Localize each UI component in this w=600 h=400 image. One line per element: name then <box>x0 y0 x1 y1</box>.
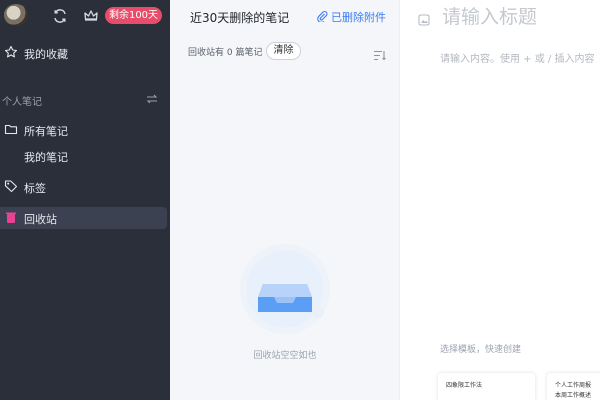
deleted-attachments-link[interactable]: 已删除附件 <box>316 9 386 25</box>
template-hint: 选择模板，快速创建 <box>440 345 522 355</box>
sidebar-item-all-notes[interactable]: 所有笔记 <box>0 119 170 141</box>
image-icon[interactable] <box>418 11 430 26</box>
sidebar-item-label: 标签 <box>24 182 46 195</box>
sort-icon[interactable] <box>373 46 386 61</box>
sidebar-item-tags[interactable]: 标签 <box>0 176 170 198</box>
sidebar-item-favorites[interactable]: 我的收藏 <box>0 42 170 64</box>
sidebar-top-bar: 剩余100天 <box>0 0 170 32</box>
sidebar: 剩余100天 我的收藏 个人笔记 所有笔记 我的笔记 标签 回收站 <box>0 0 170 400</box>
sidebar-item-label: 我的笔记 <box>24 151 68 164</box>
content-placeholder[interactable]: 请输入内容。使用 + 或 / 插入内容 <box>440 50 594 65</box>
pane-title: 近30天删除的笔记 <box>190 11 290 25</box>
section-personal-notes: 个人笔记 <box>0 91 170 108</box>
deleted-attachments-label: 已删除附件 <box>331 11 386 24</box>
title-input[interactable] <box>442 3 600 31</box>
folder-icon <box>4 122 18 136</box>
decorative-bubble <box>312 306 324 318</box>
sidebar-item-recycle-bin[interactable]: 回收站 <box>0 207 167 229</box>
tag-icon <box>4 179 18 193</box>
recycle-count-text: 回收站有 0 篇笔记 <box>188 45 263 58</box>
template-card[interactable]: 个人工作周报 本周工作概述 <box>547 373 600 400</box>
template-card[interactable]: 四象限工作法 <box>438 373 535 400</box>
template-title: 个人工作周报 <box>555 382 592 389</box>
recycle-suffix: 篇笔记 <box>235 48 263 58</box>
section-title: 个人笔记 <box>2 97 42 108</box>
avatar[interactable] <box>4 4 28 26</box>
sidebar-item-label: 所有笔记 <box>24 125 68 138</box>
template-subtitle: 本周工作概述 <box>555 392 592 399</box>
clear-button[interactable]: 清除 <box>266 42 301 60</box>
editor-pane: 请输入内容。使用 + 或 / 插入内容 选择模板，快速创建 四象限工作法 个人工… <box>400 0 600 400</box>
recycle-prefix: 回收站有 <box>188 48 225 58</box>
recycle-count: 0 <box>226 48 233 58</box>
remaining-days-badge[interactable]: 剩余100天 <box>105 7 162 24</box>
trash-icon <box>4 210 18 224</box>
empty-state-text: 回收站空空如也 <box>253 351 317 361</box>
template-title: 四象限工作法 <box>446 382 483 389</box>
sidebar-item-label: 我的收藏 <box>24 48 68 61</box>
star-icon <box>4 45 18 59</box>
sidebar-item-label: 回收站 <box>24 213 57 226</box>
sync-icon[interactable] <box>52 8 68 24</box>
empty-inbox-illustration <box>240 244 330 334</box>
note-list-pane: 近30天删除的笔记 已删除附件 回收站有 0 篇笔记 清除 回收站空空如也 <box>170 0 400 400</box>
paperclip-icon <box>316 10 328 23</box>
crown-icon[interactable] <box>83 8 99 24</box>
swap-icon[interactable] <box>146 93 158 105</box>
sidebar-item-my-notes[interactable]: 我的笔记 <box>0 145 170 167</box>
